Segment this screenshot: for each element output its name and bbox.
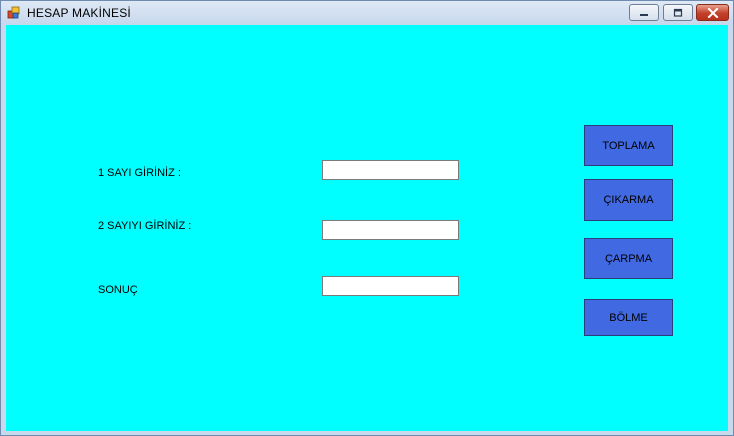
result-output[interactable] <box>322 276 459 296</box>
first-number-label: 1 SAYI GİRİNİZ : <box>98 167 181 179</box>
maximize-icon <box>673 8 683 17</box>
form-client-area: 1 SAYI GİRİNİZ : 2 SAYIYI GİRİNİZ : SONU… <box>6 25 728 431</box>
multiply-button[interactable]: ÇARPMA <box>584 238 673 279</box>
close-icon <box>707 7 718 18</box>
subtract-button[interactable]: ÇIKARMA <box>584 179 673 221</box>
divide-button[interactable]: BÖLME <box>584 299 673 336</box>
minimize-icon <box>640 13 648 16</box>
result-label: SONUÇ <box>98 284 138 296</box>
window-title: HESAP MAKİNESİ <box>27 6 131 20</box>
close-button[interactable] <box>696 4 729 21</box>
first-number-input[interactable] <box>322 160 459 180</box>
second-number-input[interactable] <box>322 220 459 240</box>
app-window: HESAP MAKİNESİ 1 SAYI GİRİNİZ : 2 SAYIYI… <box>0 0 734 436</box>
title-bar[interactable]: HESAP MAKİNESİ <box>1 1 733 25</box>
second-number-label: 2 SAYIYI GİRİNİZ : <box>98 220 192 232</box>
maximize-button[interactable] <box>663 4 693 21</box>
add-button[interactable]: TOPLAMA <box>584 125 673 166</box>
minimize-button[interactable] <box>629 4 659 21</box>
app-window-icon <box>7 6 20 19</box>
